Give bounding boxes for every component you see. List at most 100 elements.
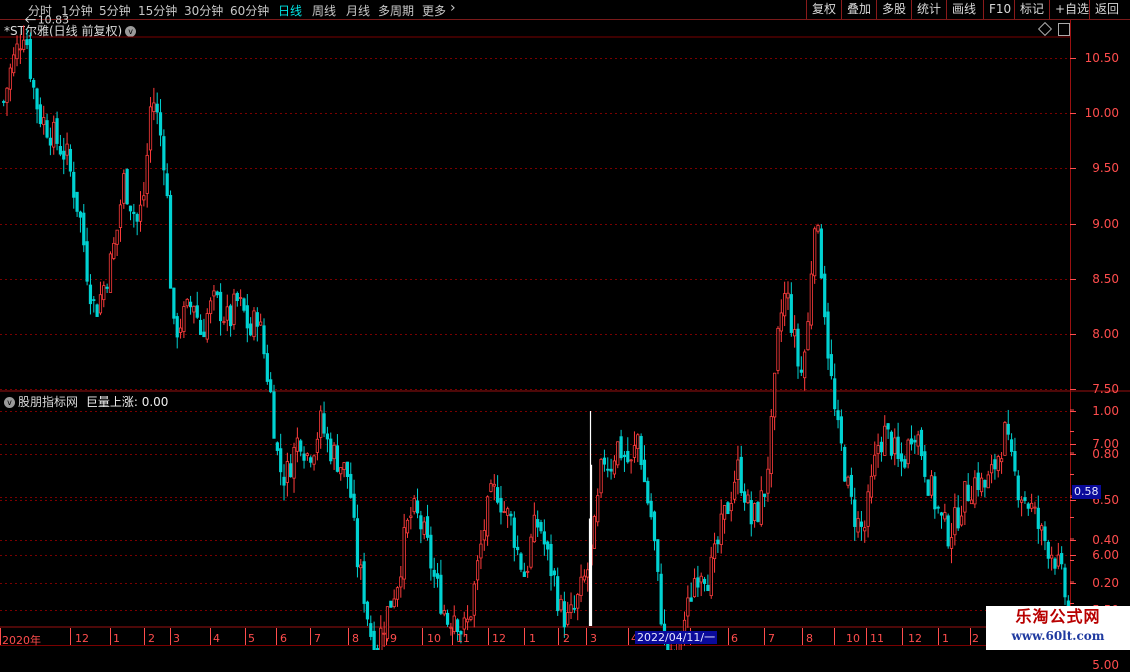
candle-body bbox=[753, 503, 757, 521]
candle-body bbox=[45, 120, 49, 138]
candle-body bbox=[1006, 423, 1010, 435]
candle-body bbox=[749, 499, 753, 525]
candle-body bbox=[15, 43, 19, 60]
candle-body bbox=[309, 457, 313, 463]
candle-body bbox=[682, 619, 687, 632]
candle-body bbox=[869, 475, 874, 498]
candle-body bbox=[786, 292, 790, 299]
date-tick-label: 3 bbox=[590, 632, 597, 645]
date-tick-label: 8 bbox=[806, 632, 813, 645]
candle-body bbox=[242, 298, 246, 311]
candle-body bbox=[172, 287, 176, 319]
date-tick-label: 6 bbox=[731, 632, 738, 645]
date-tick-label: 6 bbox=[280, 632, 287, 645]
cursor-value-badge: 0.58 bbox=[1072, 485, 1101, 499]
candle-body bbox=[556, 576, 560, 612]
candle-body bbox=[689, 597, 693, 602]
candle-body bbox=[322, 413, 326, 434]
candle-body bbox=[5, 87, 9, 103]
candle-body bbox=[763, 493, 767, 497]
candle-body bbox=[1050, 554, 1054, 559]
candle-body bbox=[592, 516, 597, 549]
candle-body bbox=[966, 484, 970, 502]
candle-body bbox=[559, 598, 563, 611]
candle-body bbox=[502, 511, 506, 513]
candle-body bbox=[415, 500, 420, 514]
candle-body bbox=[893, 437, 897, 455]
candle-body bbox=[649, 500, 653, 518]
candle-body bbox=[8, 67, 12, 90]
candle-body bbox=[329, 438, 333, 462]
candle-body bbox=[1020, 499, 1024, 503]
candle-body bbox=[132, 211, 136, 214]
candle-body bbox=[88, 284, 93, 305]
candle-body bbox=[425, 516, 430, 538]
candle-body bbox=[482, 530, 486, 541]
candle-body bbox=[766, 468, 770, 494]
candle-body bbox=[616, 441, 620, 466]
price-tick-label: 6.00 bbox=[1092, 547, 1119, 562]
candle-body bbox=[983, 479, 987, 488]
candle-body bbox=[646, 480, 650, 504]
candle-body bbox=[969, 499, 974, 505]
candle-body bbox=[462, 617, 466, 630]
candle-body bbox=[626, 450, 630, 463]
candle-body bbox=[779, 312, 783, 332]
candle-body bbox=[722, 505, 727, 520]
candle-body bbox=[933, 476, 937, 510]
candle-body bbox=[783, 293, 787, 317]
candle-body bbox=[803, 351, 807, 379]
chart-canvas[interactable]: 10.834.81 bbox=[0, 0, 1130, 650]
candle-body bbox=[52, 121, 56, 148]
candle-body bbox=[302, 453, 306, 461]
candle-body bbox=[422, 521, 426, 535]
candle-body bbox=[1003, 422, 1007, 456]
candle-body bbox=[82, 212, 86, 246]
candle-body bbox=[522, 571, 526, 577]
price-tick-label: 10.00 bbox=[1084, 106, 1119, 121]
candle-body bbox=[936, 506, 940, 509]
candle-body bbox=[158, 112, 163, 136]
candle-body bbox=[732, 481, 737, 500]
candle-body bbox=[699, 575, 703, 583]
candle-body bbox=[913, 439, 917, 443]
indicator-tick-label: 0.20 bbox=[1092, 576, 1119, 590]
candle-body bbox=[566, 612, 570, 625]
candle-body bbox=[826, 311, 830, 359]
candle-body bbox=[886, 423, 890, 430]
candle-body bbox=[656, 539, 660, 572]
candle-body bbox=[28, 38, 32, 79]
candle-body bbox=[956, 507, 960, 529]
candle-body bbox=[993, 459, 997, 470]
candle-body bbox=[906, 439, 910, 465]
candle-body bbox=[863, 527, 867, 532]
candle-body bbox=[759, 490, 763, 525]
candle-body bbox=[526, 570, 530, 573]
candle-body bbox=[686, 597, 690, 617]
candle-body bbox=[619, 436, 623, 459]
chevron-down-icon[interactable]: v bbox=[4, 397, 15, 408]
candle-body bbox=[255, 312, 259, 327]
candle-body bbox=[919, 429, 924, 457]
candle-body bbox=[412, 498, 416, 513]
candle-body bbox=[35, 88, 39, 110]
candle-body bbox=[128, 205, 133, 212]
candle-body bbox=[315, 438, 319, 453]
indicator-panel-title[interactable]: v 股朋指标网 巨量上涨: 0.00 bbox=[4, 393, 168, 410]
candle-body bbox=[506, 508, 510, 516]
candle-body bbox=[272, 391, 276, 439]
candle-body bbox=[312, 455, 316, 465]
candle-body bbox=[295, 437, 299, 452]
candle-body bbox=[319, 410, 323, 438]
candle-body bbox=[1026, 503, 1030, 509]
date-tick-label: 7 bbox=[768, 632, 775, 645]
candle-body bbox=[883, 425, 887, 456]
candle-body bbox=[856, 518, 860, 533]
candle-body bbox=[833, 378, 837, 410]
candle-body bbox=[352, 493, 356, 518]
candle-body bbox=[943, 512, 947, 520]
candle-body bbox=[275, 442, 279, 451]
candle-body bbox=[282, 476, 286, 486]
candle-body bbox=[609, 468, 613, 472]
candle-body bbox=[18, 48, 22, 51]
